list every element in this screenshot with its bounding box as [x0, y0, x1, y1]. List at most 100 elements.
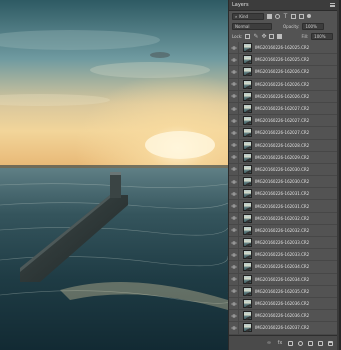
visibility-eye-icon[interactable]: [229, 273, 239, 285]
seascape-photo: [0, 0, 228, 350]
adjustment-layer-icon[interactable]: [298, 340, 303, 346]
visibility-eye-icon[interactable]: [229, 297, 239, 310]
layer-row[interactable]: IMG20160226-162036.CR2: [229, 297, 338, 311]
visibility-eye-icon[interactable]: [229, 224, 239, 236]
visibility-eye-icon[interactable]: [229, 237, 239, 249]
visibility-eye-icon[interactable]: [229, 176, 239, 188]
visibility-eye-icon[interactable]: [229, 66, 239, 78]
layer-thumbnail: [243, 55, 252, 65]
layer-thumbnail: [243, 164, 252, 174]
layer-row[interactable]: IMG20160226-162028.CR2: [229, 139, 338, 152]
visibility-eye-icon[interactable]: [229, 200, 239, 212]
layer-thumbnail: [243, 91, 252, 101]
visibility-eye-icon[interactable]: [229, 42, 239, 54]
layer-row[interactable]: IMG20160226-162032.CR2: [229, 212, 338, 225]
filter-kind-dropdown[interactable]: ⌕ Kind: [232, 12, 264, 20]
layer-row[interactable]: IMG20160226-162027.CR2: [229, 127, 338, 140]
layer-name: IMG20160226-162031.CR2: [255, 191, 310, 197]
lock-artboard-icon[interactable]: [269, 33, 275, 39]
document-canvas[interactable]: [0, 0, 228, 350]
visibility-eye-icon[interactable]: [229, 261, 239, 273]
visibility-eye-icon[interactable]: [229, 163, 239, 176]
visibility-eye-icon[interactable]: [229, 127, 239, 139]
link-layers-icon[interactable]: ∞: [266, 340, 272, 346]
filter-pixel-icon[interactable]: [267, 13, 272, 19]
new-layer-icon[interactable]: [318, 340, 323, 346]
lock-transparent-icon[interactable]: [245, 33, 251, 39]
photoshop-workspace: Layers ⌕ Kind T Normal Opacity: 100% Loc…: [0, 0, 341, 350]
lock-position-icon[interactable]: ✥: [261, 33, 266, 39]
layer-row[interactable]: IMG20160226-162027.CR2: [229, 102, 338, 116]
visibility-eye-icon[interactable]: [229, 285, 239, 297]
layer-row[interactable]: IMG20160226-162032.CR2: [229, 224, 338, 237]
visibility-eye-icon[interactable]: [229, 151, 239, 163]
layer-thumbnail: [243, 213, 252, 223]
add-mask-icon[interactable]: [288, 340, 293, 346]
layer-row[interactable]: IMG20160226-162030.CR2: [229, 163, 338, 177]
layer-thumbnail: [243, 128, 252, 138]
filter-kind-label: Kind: [239, 13, 249, 19]
filter-type-icon[interactable]: T: [283, 13, 288, 19]
lock-image-icon[interactable]: ✎: [253, 33, 258, 39]
panel-scrollbar[interactable]: [337, 0, 339, 350]
filter-smart-object-icon[interactable]: [299, 13, 304, 19]
layer-row[interactable]: IMG20160226-162026.CR2: [229, 66, 338, 79]
layer-name: IMG20160226-162032.CR2: [255, 227, 310, 233]
layer-style-icon[interactable]: fx: [277, 340, 283, 346]
lock-all-icon[interactable]: [277, 33, 283, 39]
layer-row[interactable]: IMG20160226-162025.CR2: [229, 54, 338, 67]
layer-row[interactable]: IMG20160226-162034.CR2: [229, 261, 338, 274]
visibility-eye-icon[interactable]: [229, 322, 239, 334]
layer-row[interactable]: IMG20160226-162029.CR2: [229, 151, 338, 164]
fill-input[interactable]: 100%: [311, 32, 334, 40]
layer-row[interactable]: IMG20160226-162033.CR2: [229, 249, 338, 262]
layer-name: IMG20160226-162026.CR2: [255, 93, 310, 99]
layer-name: IMG20160226-162037.CR2: [255, 325, 310, 331]
visibility-eye-icon[interactable]: [229, 54, 239, 66]
visibility-eye-icon[interactable]: [229, 310, 239, 322]
filter-adjustment-icon[interactable]: [275, 13, 280, 19]
blend-mode-value: Normal: [235, 23, 250, 29]
panel-menu-icon[interactable]: [330, 3, 335, 7]
layer-row[interactable]: IMG20160226-162026.CR2: [229, 78, 338, 91]
visibility-eye-icon[interactable]: [229, 249, 239, 261]
layers-panel-footer: ∞ fx: [229, 335, 338, 350]
visibility-eye-icon[interactable]: [229, 115, 239, 127]
layer-thumbnail: [243, 323, 252, 333]
layer-name: IMG20160226-162026.CR2: [255, 81, 310, 87]
visibility-eye-icon[interactable]: [229, 188, 239, 200]
visibility-eye-icon[interactable]: [229, 212, 239, 224]
layer-row[interactable]: IMG20160226-162036.CR2: [229, 310, 338, 323]
new-group-icon[interactable]: [308, 340, 313, 346]
visibility-eye-icon[interactable]: [229, 78, 239, 90]
visibility-eye-icon[interactable]: [229, 102, 239, 115]
layer-row[interactable]: IMG20160226-162026.CR2: [229, 90, 338, 103]
layer-name: IMG20160226-162028.CR2: [255, 142, 310, 148]
layer-name: IMG20160226-162036.CR2: [255, 313, 310, 319]
layer-thumbnail: [243, 140, 252, 150]
delete-layer-icon[interactable]: [328, 340, 333, 346]
layers-panel: Layers ⌕ Kind T Normal Opacity: 100% Loc…: [228, 0, 339, 350]
blend-mode-dropdown[interactable]: Normal: [232, 22, 272, 30]
layer-name: IMG20160226-162027.CR2: [255, 130, 310, 136]
layer-row[interactable]: IMG20160226-162025.CR2: [229, 42, 338, 55]
layer-row[interactable]: IMG20160226-162034.CR2: [229, 273, 338, 286]
opacity-input[interactable]: 100%: [302, 22, 325, 30]
layer-name: IMG20160226-162034.CR2: [255, 264, 310, 270]
layer-name: IMG20160226-162036.CR2: [255, 301, 310, 307]
filter-shape-icon[interactable]: [291, 13, 296, 19]
layers-list[interactable]: IMG20160226-162025.CR2 IMG20160226-162025…: [229, 42, 338, 335]
layer-row[interactable]: IMG20160226-162030.CR2: [229, 176, 338, 189]
visibility-eye-icon[interactable]: [229, 139, 239, 151]
layer-filter-row: ⌕ Kind T: [229, 11, 339, 21]
layer-name: IMG20160226-162030.CR2: [255, 179, 310, 185]
layer-row[interactable]: IMG20160226-162031.CR2: [229, 200, 338, 213]
visibility-eye-icon[interactable]: [229, 90, 239, 102]
layer-thumbnail: [243, 104, 252, 114]
layer-row[interactable]: IMG20160226-162027.CR2: [229, 115, 338, 128]
filter-toggle-icon[interactable]: [307, 14, 311, 18]
layer-row[interactable]: IMG20160226-162031.CR2: [229, 188, 338, 201]
layer-row[interactable]: IMG20160226-162037.CR2: [229, 322, 338, 335]
layer-row[interactable]: IMG20160226-162033.CR2: [229, 237, 338, 250]
layer-row[interactable]: IMG20160226-162035.CR2: [229, 285, 338, 298]
